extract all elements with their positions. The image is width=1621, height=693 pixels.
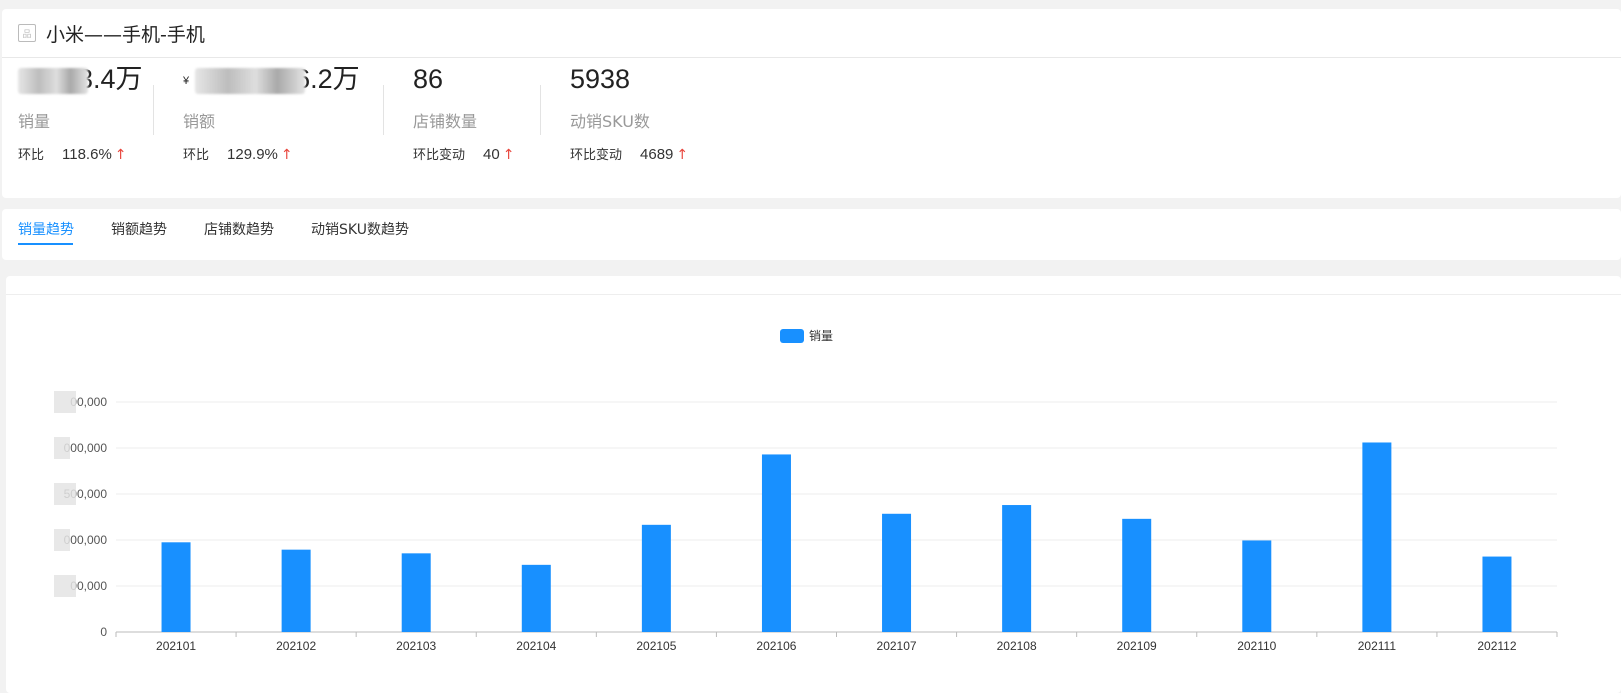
x-tick-label: 202108 [997,639,1037,653]
bar [401,553,431,632]
redacted-mask [54,437,70,459]
bar [882,513,912,632]
x-tick-label: 202109 [1117,639,1157,653]
bar [1242,540,1272,632]
x-tick-label: 202106 [756,639,796,653]
x-tick-label: 202107 [877,639,917,653]
bar [281,549,311,632]
y-tick-label: 000,000 [64,533,108,547]
redacted-mask [54,529,70,551]
x-tick-label: 202112 [1477,639,1516,653]
redacted-mask [54,575,76,597]
bar [1362,442,1392,632]
redacted-mask [54,483,76,505]
bar [1122,518,1152,632]
x-tick-label: 202101 [156,639,196,653]
bar [641,524,671,632]
x-tick-label: 202103 [396,639,436,653]
bar [761,454,791,632]
bar [1482,556,1512,632]
x-tick-label: 202110 [1237,639,1276,653]
chart-svg: 000,000000,000500,000000,00000,000202101… [54,391,1558,653]
x-tick-label: 202105 [636,639,676,653]
bar [1002,505,1032,632]
x-tick-label: 202104 [516,639,556,653]
x-tick-label: 202111 [1358,639,1397,653]
x-tick-label: 202102 [276,639,316,653]
bar [521,564,551,632]
redacted-mask [54,391,76,413]
bar [161,542,191,632]
y-tick-label: 000,000 [64,441,108,455]
y-tick-label: 0 [100,625,107,639]
